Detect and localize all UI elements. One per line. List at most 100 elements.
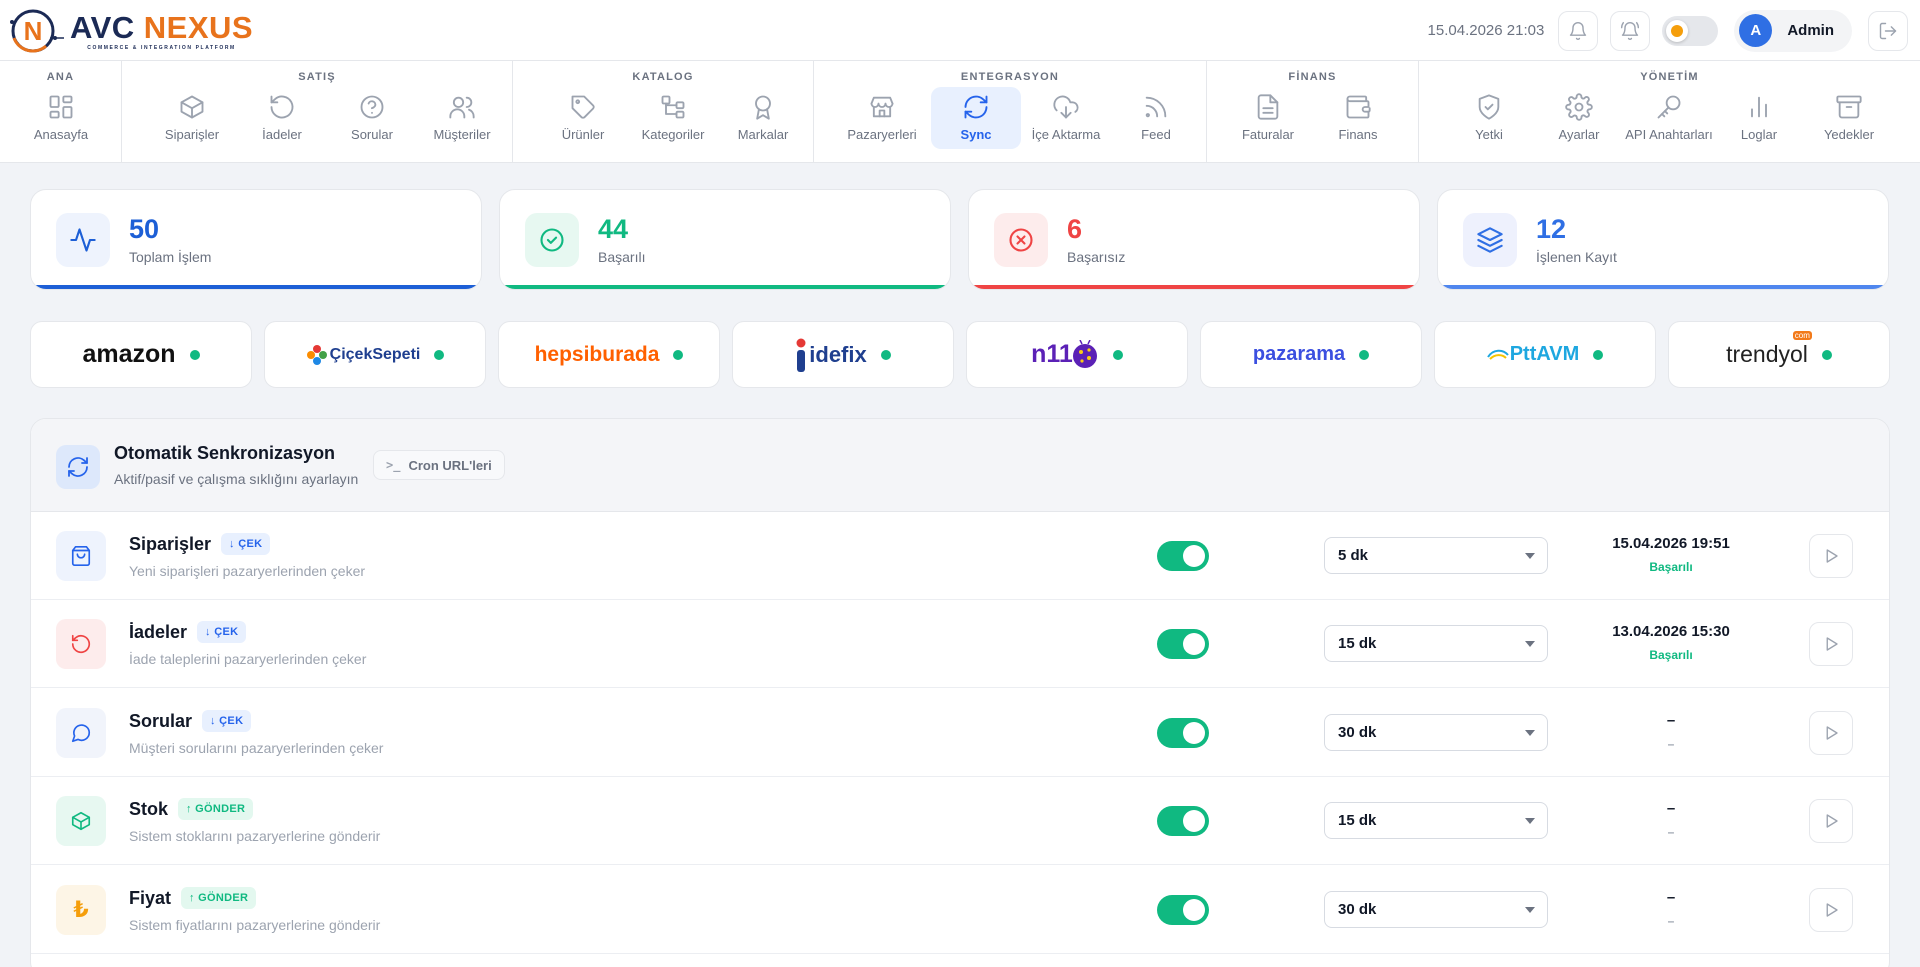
nav-item-finans[interactable]: Finans bbox=[1313, 87, 1403, 149]
grid-icon bbox=[49, 95, 73, 119]
key-icon bbox=[1657, 95, 1681, 119]
brand-name-part2: NEXUS bbox=[143, 9, 254, 45]
nav-item-yedekler[interactable]: Yedekler bbox=[1804, 87, 1894, 149]
nav-item-label: Siparişler bbox=[164, 127, 220, 142]
run-now-button[interactable] bbox=[1809, 888, 1853, 932]
direction-badge: ↑ GÖNDER bbox=[181, 887, 257, 909]
logout-icon bbox=[1879, 22, 1897, 39]
nav-item-label: API Anahtarları bbox=[1625, 127, 1713, 142]
alerts-button[interactable] bbox=[1610, 10, 1651, 51]
brand-logo[interactable]: N AVC NEXUS COMMERCE & INTEGRATION PLATF… bbox=[6, 8, 253, 54]
stat-value: 12 bbox=[1536, 214, 1567, 244]
nav-item-ayarlar[interactable]: Ayarlar bbox=[1534, 87, 1624, 149]
direction-badge: ↓ ÇEK bbox=[197, 621, 247, 643]
interval-value: 15 dk bbox=[1338, 812, 1377, 829]
enable-toggle[interactable] bbox=[1157, 806, 1209, 836]
run-now-button[interactable] bbox=[1809, 711, 1853, 755]
sync-row-sorular: Sorular ↓ ÇEK Müşteri sorularını pazaryer… bbox=[31, 689, 1889, 777]
marketplace-name: pazarama bbox=[1252, 343, 1346, 365]
enable-toggle[interactable] bbox=[1157, 541, 1209, 571]
nav-item-api-anahtarlari[interactable]: API Anahtarları bbox=[1624, 87, 1714, 149]
nav-item-label: Kategoriler bbox=[641, 127, 705, 142]
enable-toggle[interactable] bbox=[1157, 895, 1209, 925]
nav-item-anasayfa[interactable]: Anasayfa bbox=[16, 87, 106, 149]
rss-icon bbox=[1145, 96, 1167, 118]
hierarchy-icon bbox=[661, 95, 685, 119]
marketplace-pazarama[interactable]: pazarama bbox=[1200, 321, 1422, 388]
marketplace-tld-badge: com bbox=[1792, 331, 1812, 340]
interval-select[interactable]: 30 dk bbox=[1324, 714, 1548, 751]
lira-icon: ₺ bbox=[73, 897, 89, 922]
nav-item-siparisler[interactable]: Siparişler bbox=[147, 87, 237, 149]
run-now-button[interactable] bbox=[1809, 622, 1853, 666]
brand-name-part1: AVC bbox=[70, 9, 135, 45]
marketplace-n11[interactable]: n11 bbox=[966, 321, 1188, 388]
nav-item-label: Pazaryerleri bbox=[847, 127, 917, 142]
run-now-button[interactable] bbox=[1809, 799, 1853, 843]
box-icon bbox=[71, 811, 91, 831]
run-now-button[interactable] bbox=[1809, 534, 1853, 578]
direction-badge: ↓ ÇEK bbox=[221, 533, 271, 555]
sync-row-description: Müşteri sorularını pazaryerlerinden çeke… bbox=[129, 740, 384, 756]
status-dot bbox=[1821, 349, 1832, 360]
notifications-button[interactable] bbox=[1558, 10, 1599, 51]
user-menu[interactable]: A Admin bbox=[1734, 9, 1852, 52]
sync-row-title: Stok bbox=[129, 798, 169, 819]
status-dot bbox=[673, 349, 684, 360]
enable-toggle[interactable] bbox=[1157, 629, 1209, 659]
nav-item-label: Müşteriler bbox=[433, 127, 491, 142]
cron-urls-button[interactable]: >_ Cron URL'leri bbox=[373, 450, 505, 480]
last-run-status: Başarılı bbox=[1649, 560, 1693, 574]
theme-toggle[interactable] bbox=[1662, 15, 1719, 46]
marketplace-idefix[interactable]: idefix bbox=[732, 321, 954, 388]
svg-text:N: N bbox=[24, 16, 43, 46]
nav-item-musteriler[interactable]: Müşteriler bbox=[417, 87, 507, 149]
marketplace-trendyol[interactable]: trendyol com bbox=[1668, 321, 1890, 388]
marketplace-amazon[interactable]: amazon bbox=[30, 321, 252, 388]
nav-item-ice-aktarma[interactable]: İçe Aktarma bbox=[1021, 87, 1111, 149]
last-run-status: – bbox=[1667, 737, 1675, 751]
play-icon bbox=[1826, 549, 1838, 563]
nav-group-title: FİNANS bbox=[1288, 71, 1337, 83]
interval-select[interactable]: 15 dk bbox=[1324, 802, 1548, 839]
nav-group-ana: ANA Anasayfa bbox=[0, 61, 122, 163]
marketplace-ciceksepeti[interactable]: ÇiçekSepeti bbox=[264, 321, 486, 388]
interval-select[interactable]: 30 dk bbox=[1324, 891, 1548, 928]
check-circle-icon bbox=[540, 228, 564, 252]
play-icon bbox=[1826, 726, 1838, 740]
nav-item-label: Finans bbox=[1338, 127, 1378, 142]
nav-item-feed[interactable]: Feed bbox=[1111, 87, 1201, 149]
enable-toggle[interactable] bbox=[1157, 718, 1209, 748]
undo-icon bbox=[71, 634, 91, 654]
nav-item-yetki[interactable]: Yetki bbox=[1444, 87, 1534, 149]
status-dot bbox=[880, 349, 891, 360]
nav-item-urunler[interactable]: Ürünler bbox=[538, 87, 628, 149]
package-icon bbox=[180, 95, 204, 119]
nav-item-kategoriler[interactable]: Kategoriler bbox=[628, 87, 718, 149]
last-run-time: – bbox=[1666, 889, 1676, 906]
nav-item-faturalar[interactable]: Faturalar bbox=[1223, 87, 1313, 149]
interval-select[interactable]: 15 dk bbox=[1324, 625, 1548, 662]
sync-row-iadeler: İadeler ↓ ÇEK İade taleplerini pazaryerle… bbox=[31, 600, 1889, 688]
sync-row-title: Siparişler bbox=[129, 533, 212, 554]
nav-item-iadeler[interactable]: İadeler bbox=[237, 87, 327, 149]
interval-select[interactable]: 5 dk bbox=[1324, 537, 1548, 574]
sync-row-title: İadeler bbox=[129, 621, 188, 642]
ptt-swoosh-icon bbox=[1486, 349, 1509, 360]
shield-check-icon bbox=[1478, 94, 1500, 120]
stat-value: 44 bbox=[598, 214, 629, 244]
marketplace-hepsiburada[interactable]: hepsiburada bbox=[498, 321, 720, 388]
nav-item-sync[interactable]: Sync bbox=[931, 87, 1021, 149]
sync-row-description: Sistem stoklarını pazaryerlerine gönderi… bbox=[129, 828, 381, 844]
nav-item-sorular[interactable]: Sorular bbox=[327, 87, 417, 149]
user-name: Admin bbox=[1787, 22, 1834, 39]
nav-item-markalar[interactable]: Markalar bbox=[718, 87, 808, 149]
x-circle-icon bbox=[1009, 228, 1033, 252]
marketplace-pttavm[interactable]: PttAVM bbox=[1434, 321, 1656, 388]
nav-item-pazaryerleri[interactable]: Pazaryerleri bbox=[837, 87, 927, 149]
refresh-icon bbox=[68, 457, 88, 477]
nav-item-loglar[interactable]: Loglar bbox=[1714, 87, 1804, 149]
logout-button[interactable] bbox=[1868, 10, 1908, 51]
panel-title: Otomatik Senkronizasyon bbox=[114, 443, 336, 463]
chevron-down-icon bbox=[1525, 818, 1535, 824]
